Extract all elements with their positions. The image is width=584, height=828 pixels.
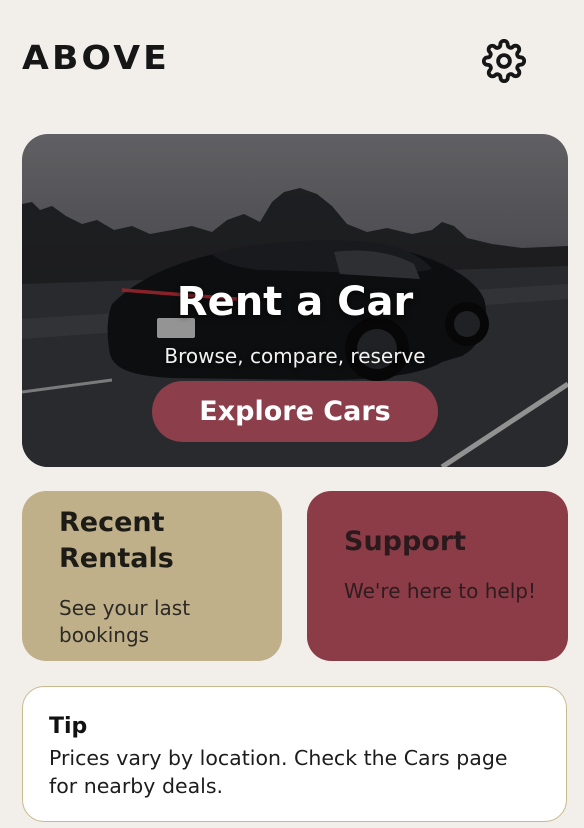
support-description: We're here to help! [344, 579, 536, 603]
support-card[interactable]: Support We're here to help! [307, 491, 568, 661]
recent-rentals-card[interactable]: Recent Rentals See your last bookings [22, 491, 282, 661]
gear-icon [482, 39, 526, 83]
explore-cars-button[interactable]: Explore Cars [152, 381, 438, 442]
settings-button[interactable] [480, 38, 528, 84]
tip-card: Tip Prices vary by location. Check the C… [22, 686, 567, 822]
header: ABOVE [0, 0, 584, 118]
app-logo: ABOVE [22, 38, 171, 77]
home-screen: ABOVE Rent a Car Browse, compare, reserv… [0, 0, 584, 828]
tip-title: Tip [49, 714, 88, 739]
recent-rentals-description: See your last bookings [59, 596, 191, 647]
recent-rentals-title: Recent Rentals [59, 507, 174, 574]
support-title: Support [344, 526, 467, 557]
hero-subtitle: Browse, compare, reserve [164, 344, 426, 368]
hero-title: Rent a Car [176, 279, 414, 325]
tip-body: Prices vary by location. Check the Cars … [49, 746, 508, 798]
